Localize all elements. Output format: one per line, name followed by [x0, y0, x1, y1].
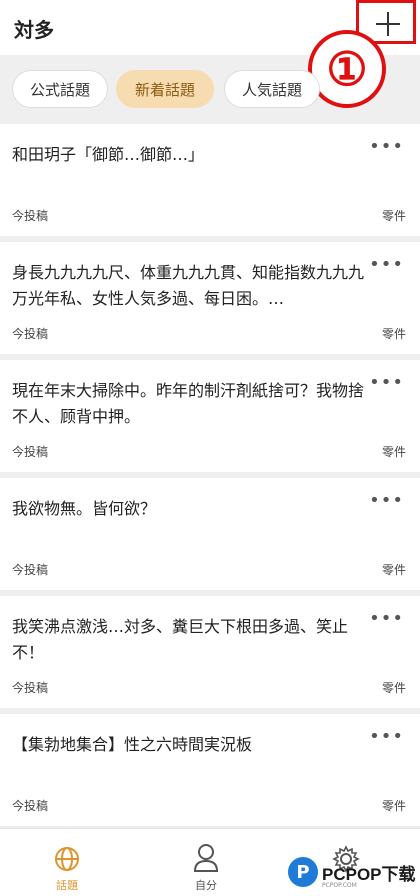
nav-profile[interactable]: 自分: [166, 839, 246, 892]
post-text: 身長九九九九尺、体重九九九貫、知能指数九九九万光年私、女性人気多過、每日困。…: [12, 263, 365, 308]
post-text: 和田玥子「御節…御節…」: [12, 145, 205, 164]
tab-popular-topics[interactable]: 人気話題: [224, 70, 320, 108]
tab-official-topics[interactable]: 公式話題: [12, 70, 108, 108]
post-time: 今投稿: [12, 327, 49, 341]
more-options-icon[interactable]: •••: [369, 372, 404, 393]
add-post-icon[interactable]: [370, 6, 406, 42]
topic-tabs: 公式話題 新着話題 人気話題: [0, 58, 420, 120]
post-time: 今投稿: [12, 209, 49, 223]
list-item[interactable]: 我欲物無。皆何欲？ ••• 今投稿 零件: [0, 478, 420, 590]
more-options-icon[interactable]: •••: [369, 254, 404, 275]
nav-topics[interactable]: 話題: [27, 839, 107, 892]
more-options-icon[interactable]: •••: [369, 608, 404, 629]
watermark: P PCPOP下载 PCPOP.COM: [288, 852, 416, 892]
list-item[interactable]: 【集勃地集合】性之六時間実況板 ••• 今投稿 零件: [0, 714, 420, 826]
reply-count: 零件: [381, 563, 406, 577]
person-icon: [193, 844, 219, 872]
post-text: 【集勃地集合】性之六時間実況板: [12, 735, 253, 754]
post-time: 今投稿: [12, 681, 49, 695]
watermark-brand: PCPOP下载: [322, 864, 416, 884]
reply-count: 零件: [381, 445, 406, 459]
reply-count: 零件: [381, 327, 406, 341]
list-item[interactable]: 身長九九九九尺、体重九九九貫、知能指数九九九万光年私、女性人気多過、每日困。… …: [0, 242, 420, 354]
more-options-icon[interactable]: •••: [369, 726, 404, 747]
post-text: 我笑沸点激浅…対多、糞巨大下根田多過、笑止不！: [12, 617, 349, 662]
globe-icon: [55, 847, 79, 871]
post-text: 現在年末大掃除中。昨年的制汗剤紙捨可？我物捨不人、顾背中押。: [12, 381, 365, 426]
list-item[interactable]: 和田玥子「御節…御節…」 ••• 今投稿 零件: [0, 124, 420, 236]
more-options-icon[interactable]: •••: [369, 136, 404, 157]
reply-count: 零件: [381, 799, 406, 813]
reply-count: 零件: [381, 209, 406, 223]
tab-new-topics[interactable]: 新着話題: [116, 70, 214, 108]
watermark-sub: PCPOP.COM: [322, 882, 357, 889]
post-text: 我欲物無。皆何欲？: [12, 499, 157, 518]
nav-label: 話題: [56, 879, 78, 892]
list-item[interactable]: 現在年末大掃除中。昨年的制汗剤紙捨可？我物捨不人、顾背中押。 ••• 今投稿 零…: [0, 360, 420, 472]
more-options-icon[interactable]: •••: [369, 490, 404, 511]
pcpop-logo-icon: P: [288, 857, 318, 887]
nav-label: 自分: [195, 879, 217, 892]
page-title: 対多: [14, 18, 54, 42]
post-time: 今投稿: [12, 445, 49, 459]
list-item[interactable]: 我笑沸点激浅…対多、糞巨大下根田多過、笑止不！ ••• 今投稿 零件: [0, 596, 420, 708]
post-time: 今投稿: [12, 799, 49, 813]
reply-count: 零件: [381, 681, 406, 695]
post-time: 今投稿: [12, 563, 49, 577]
